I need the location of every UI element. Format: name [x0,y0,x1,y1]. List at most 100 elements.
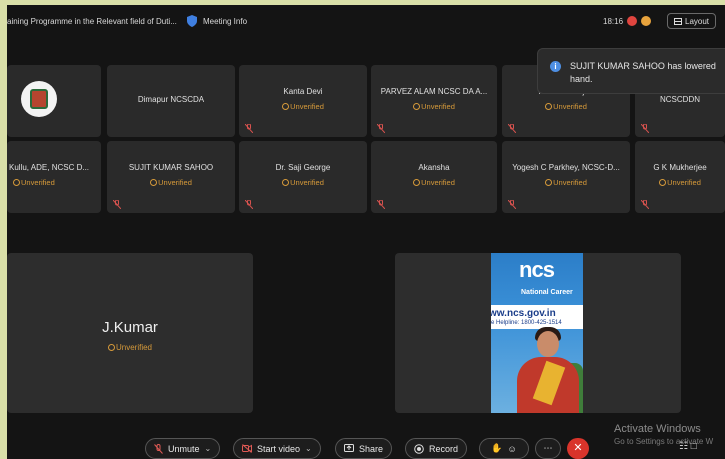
participant-video: ncs National Career ww.ncs.gov.in e Help… [491,253,583,413]
participant-name: SUJIT KUMAR SAHOO [128,163,214,172]
verification-status: Unverified [371,178,497,187]
notification-message: SUJIT KUMAR SAHOO has lowered hand. [570,61,716,84]
more-options-button[interactable]: ⋯ [535,438,561,459]
chat-icon[interactable]: □ [691,441,697,452]
avatar [21,81,57,117]
verification-status: Unverified [502,102,630,111]
start-video-button[interactable]: Start video ⌄ [233,438,321,459]
close-icon: ✕ [573,442,583,454]
banner-helpline: e Helpline: 1800-425-1514 [491,320,562,326]
mic-muted-icon [245,200,253,209]
participant-name: NCSCDDN [660,95,700,104]
participant-name: Yogesh C Parkhey, NCSC-D... [512,163,620,172]
user-status-icon[interactable] [641,16,651,26]
career-text: National Career [521,289,573,296]
participant-video-tile[interactable]: ncs National Career ww.ncs.gov.in e Help… [395,253,681,413]
mic-muted-icon [245,124,253,133]
ncs-logo: ncs [519,257,555,282]
participant-name: PARVEZ ALAM NCSC DA A... [380,87,488,96]
meeting-info-button[interactable]: Meeting Info [203,17,247,26]
unmute-button[interactable]: Unmute ⌄ [145,438,221,459]
participants-icon[interactable]: ☷ [679,441,688,452]
clock-icon [150,179,158,186]
participant-tile-large[interactable]: J.Kumar Unverified [7,253,253,413]
verification-status: Unverified [371,102,497,111]
participant-name: Kanta Devi [283,87,323,96]
top-bar: aining Programme in the Relevant field o… [7,5,725,39]
participant-tile[interactable]: Kullu, ADE, NCSC D... Unverified [7,141,101,213]
mic-muted-icon [154,443,163,454]
participant-name: Akansha [418,163,450,172]
layout-icon [674,17,682,25]
clock-icon [13,179,20,186]
mic-muted-icon [641,124,649,133]
participant-tile[interactable]: Akansha Unverified [371,141,497,213]
layout-button[interactable]: Layout [667,13,717,29]
participant-name: Dimapur NCSCDA [137,95,205,104]
participant-name: Dr. Saji George [275,163,331,172]
meeting-timer: 18:16 [603,17,624,26]
share-button[interactable]: Share [335,438,393,459]
verification-status: Unverified [635,178,725,187]
verification-status: Unverified [107,178,235,187]
clock-icon [107,344,115,351]
person-head [537,331,559,357]
info-icon: i [550,61,561,72]
video-off-icon [242,444,252,453]
emoji-reaction-icon[interactable]: ☺ [508,444,517,454]
verification-status: Unverified [239,178,367,187]
mic-muted-icon [377,124,385,133]
verification-status: Unverified [239,102,367,111]
meeting-toolbar: Unmute ⌄ Start video ⌄ Share Record ✋ ☺ … [7,435,725,459]
participant-tile[interactable]: Dimapur NCSCDA [107,65,235,137]
clock-icon [282,103,290,110]
clock-icon [413,103,421,110]
mic-muted-icon [377,200,385,209]
banner-url: ww.ncs.gov.in [491,308,556,319]
reactions-group: ✋ ☺ [479,438,529,459]
verification-status: Unverified [502,178,630,187]
clock-icon [659,179,667,186]
participant-name: Kullu, ADE, NCSC D... [9,163,90,172]
share-label: Share [359,443,384,454]
clock-icon [413,179,421,186]
hand-lowered-notification[interactable]: i SUJIT KUMAR SAHOO has lowered hand. [537,48,725,94]
start-video-label: Start video [257,443,301,454]
participant-tile[interactable]: Dr. Saji George Unverified [239,141,367,213]
participant-name: G K Mukherjee [653,163,707,172]
record-button[interactable]: Record [405,438,468,459]
record-label: Record [429,443,459,454]
participant-tile[interactable]: PARVEZ ALAM NCSC DA A... Unverified [371,65,497,137]
participant-tile[interactable]: G K Mukherjee Unverified [635,141,725,213]
mic-muted-icon [641,200,649,209]
meeting-title: aining Programme in the Relevant field o… [7,17,177,26]
more-icon: ⋯ [543,443,553,453]
participant-name: J.Kumar [102,319,158,336]
chevron-down-icon[interactable]: ⌄ [305,444,312,453]
mic-muted-icon [113,200,121,209]
clock-icon [545,103,553,110]
mic-muted-icon [508,124,516,133]
meeting-window: aining Programme in the Relevant field o… [7,5,725,459]
record-icon [414,443,424,454]
chevron-down-icon[interactable]: ⌄ [205,444,212,453]
unmute-label: Unmute [168,443,200,454]
recording-indicator-icon [627,16,637,26]
verification-status: Unverified [13,178,101,187]
verification-status: Unverified [7,343,253,352]
participant-tile[interactable] [7,65,101,137]
activate-windows-title: Activate Windows [614,423,701,435]
shield-icon [187,15,197,27]
clock-icon [282,179,290,186]
share-icon [344,444,354,452]
leave-meeting-button[interactable]: ✕ [567,438,589,459]
clock-icon [545,179,553,186]
emblem-icon [30,89,48,109]
mic-muted-icon [508,200,516,209]
layout-label: Layout [685,16,710,26]
corner-icons: ☷ □ [679,441,697,452]
raise-hand-icon[interactable]: ✋ [491,443,502,454]
participant-tile[interactable]: Kanta Devi Unverified [239,65,367,137]
participant-tile[interactable]: SUJIT KUMAR SAHOO Unverified [107,141,235,213]
participant-tile[interactable]: Yogesh C Parkhey, NCSC-D... Unverified [502,141,630,213]
